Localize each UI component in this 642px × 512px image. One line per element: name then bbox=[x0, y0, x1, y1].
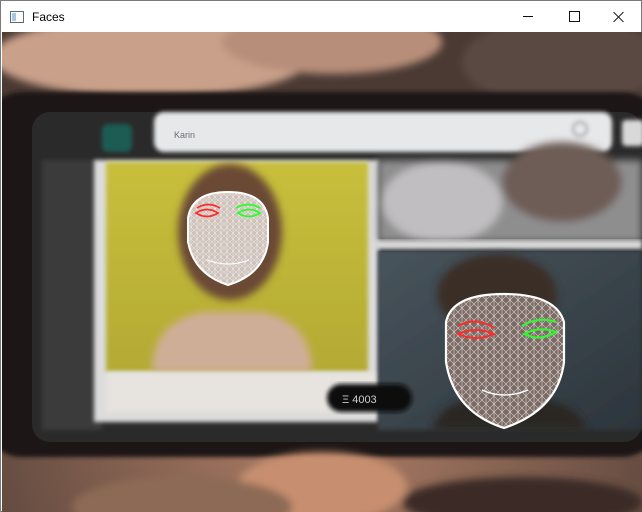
camera-frame: Karin Ξ 4003 bbox=[2, 32, 642, 512]
close-icon bbox=[613, 11, 625, 23]
maximize-icon bbox=[568, 11, 580, 22]
panel-divider bbox=[374, 240, 642, 250]
camera-viewport: Karin Ξ 4003 bbox=[2, 32, 642, 512]
title-bar[interactable]: Faces bbox=[1, 1, 641, 32]
overlay-pill: Ξ 4003 bbox=[327, 384, 412, 412]
minimize-icon bbox=[523, 16, 533, 17]
application-window: Faces Karin Ξ 4003 bbox=[0, 0, 642, 512]
search-query-text: Karin bbox=[174, 130, 195, 140]
left-strip bbox=[42, 160, 102, 430]
close-button[interactable] bbox=[596, 1, 642, 32]
minimize-button[interactable] bbox=[505, 1, 551, 32]
app-window-icon bbox=[10, 10, 24, 23]
window-title: Faces bbox=[32, 9, 65, 24]
maximize-button[interactable] bbox=[551, 1, 597, 32]
overlay-pill-label: Ξ 4003 bbox=[342, 394, 377, 406]
